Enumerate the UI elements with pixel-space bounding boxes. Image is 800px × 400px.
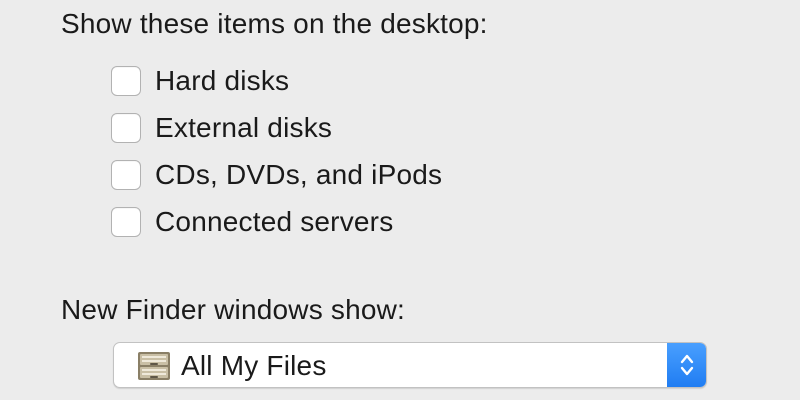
desktop-items-checkbox-list: Hard disks External disks CDs, DVDs, and… [111,57,442,245]
all-my-files-drawer-icon [136,351,172,381]
popup-selected-value: All My Files [181,350,327,381]
checkbox-label: Hard disks [155,64,290,96]
checkbox-connected-servers[interactable]: Connected servers [111,198,442,245]
checkbox-label: CDs, DVDs, and iPods [155,158,443,190]
finder-preferences-general-pane: Show these items on the desktop: Hard di… [0,0,800,400]
checkbox-box[interactable] [111,65,141,96]
checkbox-hard-disks[interactable]: Hard disks [111,57,442,104]
up-down-chevron-icon[interactable] [667,343,706,387]
desktop-items-heading: Show these items on the desktop: [61,8,488,39]
checkbox-label: Connected servers [155,205,394,237]
checkbox-external-disks[interactable]: External disks [111,104,442,151]
checkbox-box[interactable] [111,159,141,190]
checkbox-cds-dvds-ipods[interactable]: CDs, DVDs, and iPods [111,151,442,198]
new-finder-windows-popup[interactable]: All My Files [113,342,707,388]
checkbox-box[interactable] [111,206,141,237]
checkbox-box[interactable] [111,112,141,143]
checkbox-label: External disks [155,111,333,143]
new-finder-windows-heading: New Finder windows show: [61,294,406,325]
